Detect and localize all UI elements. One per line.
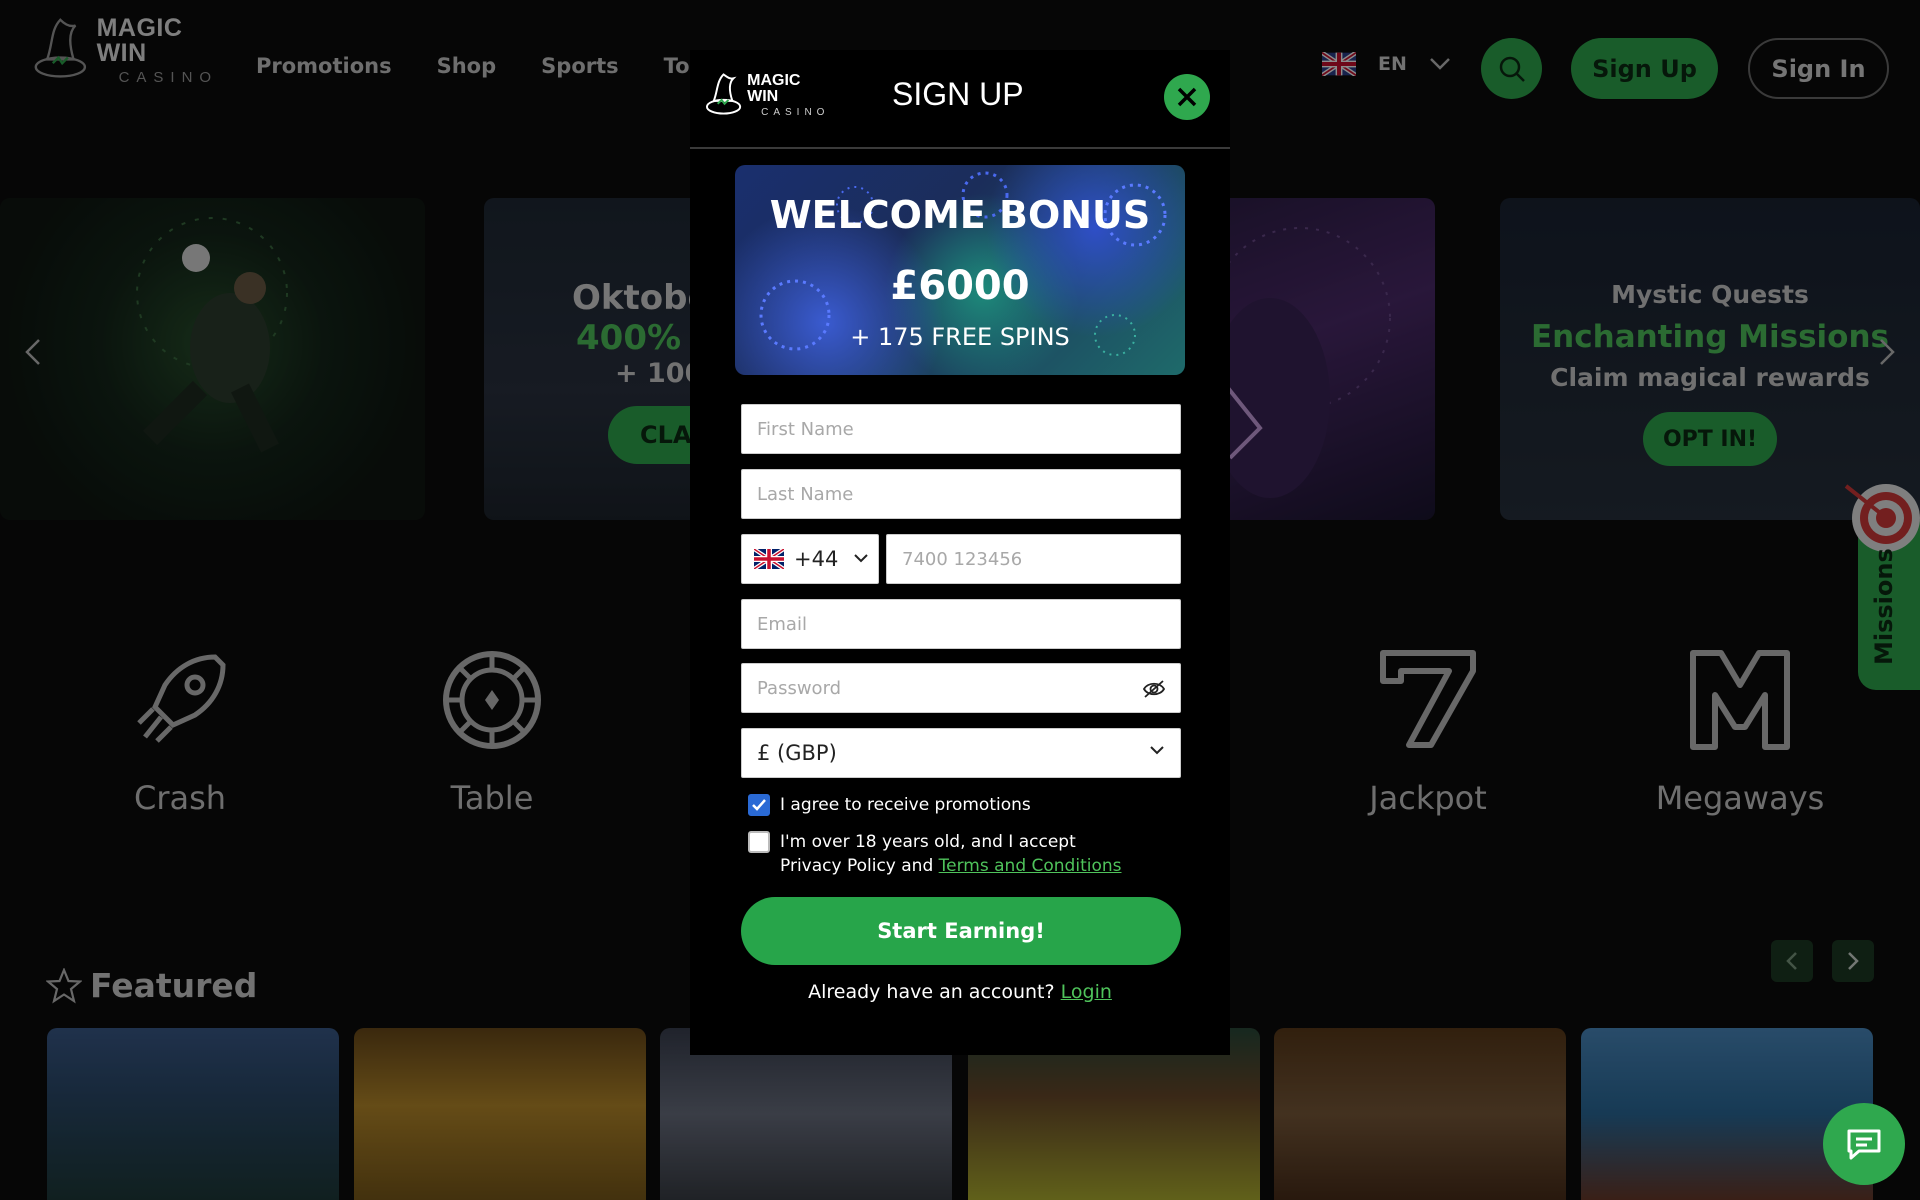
chat-icon	[1847, 1129, 1881, 1160]
password-field[interactable]	[741, 663, 1181, 713]
age-consent-line2-text: Privacy Policy and	[780, 856, 939, 876]
welcome-bonus-banner: WELCOME BONUS £6000 + 175 FREE SPINS	[735, 165, 1185, 375]
terms-link[interactable]: Terms and Conditions	[939, 856, 1122, 876]
chat-button[interactable]	[1823, 1103, 1905, 1185]
first-name-input[interactable]	[757, 405, 1180, 453]
last-name-field[interactable]	[741, 469, 1181, 519]
phone-input[interactable]	[902, 535, 1180, 583]
promo-consent-label: I agree to receive promotions	[780, 795, 1031, 815]
wizard-hat-icon	[705, 73, 742, 115]
age-consent-label: I'm over 18 years old, and I accept Priv…	[780, 830, 1122, 878]
login-link[interactable]: Login	[1061, 981, 1112, 1003]
start-earning-button[interactable]: Start Earning!	[741, 897, 1181, 965]
bonus-title: WELCOME BONUS	[769, 193, 1151, 237]
modal-close-button[interactable]	[1164, 74, 1210, 120]
age-consent-line2: Privacy Policy and Terms and Conditions	[780, 854, 1122, 878]
signup-modal: MAGIC WIN CASINO SIGN UP WELCOME BONUS £…	[690, 50, 1230, 1055]
age-consent-checkbox[interactable]	[748, 831, 770, 853]
password-input[interactable]	[757, 664, 1180, 712]
eye-off-icon[interactable]	[1142, 679, 1166, 699]
last-name-input[interactable]	[757, 470, 1180, 518]
promo-consent-row: I agree to receive promotions	[748, 793, 1031, 817]
age-consent-row: I'm over 18 years old, and I accept Priv…	[748, 830, 1122, 878]
modal-logo: MAGIC WIN CASINO	[704, 70, 834, 120]
chevron-down-icon	[1150, 746, 1164, 755]
close-icon	[1177, 87, 1197, 107]
modal-logo-sub-text: CASINO	[761, 106, 830, 118]
already-account-row: Already have an account? Login	[690, 981, 1230, 1003]
modal-logo-main-text: MAGIC WIN	[747, 71, 801, 105]
age-consent-line1: I'm over 18 years old, and I accept	[780, 832, 1076, 852]
chevron-down-icon	[854, 554, 869, 563]
uk-flag-icon	[754, 549, 784, 569]
modal-title: SIGN UP	[892, 76, 1024, 112]
modal-header: MAGIC WIN CASINO SIGN UP	[690, 50, 1230, 149]
phone-field[interactable]	[886, 534, 1181, 584]
promo-consent-checkbox[interactable]	[748, 794, 770, 816]
currency-select[interactable]: £ (GBP)	[741, 728, 1181, 778]
bonus-amount: £6000	[890, 263, 1030, 309]
checkmark-icon	[752, 799, 766, 811]
country-code-select[interactable]: +44	[741, 534, 879, 584]
email-field[interactable]	[741, 599, 1181, 649]
already-account-text: Already have an account?	[808, 981, 1061, 1003]
first-name-field[interactable]	[741, 404, 1181, 454]
email-input[interactable]	[757, 600, 1180, 648]
country-code-value: +44	[794, 547, 839, 571]
currency-value: £ (GBP)	[757, 741, 837, 765]
bonus-spins: + 175 FREE SPINS	[850, 323, 1070, 351]
